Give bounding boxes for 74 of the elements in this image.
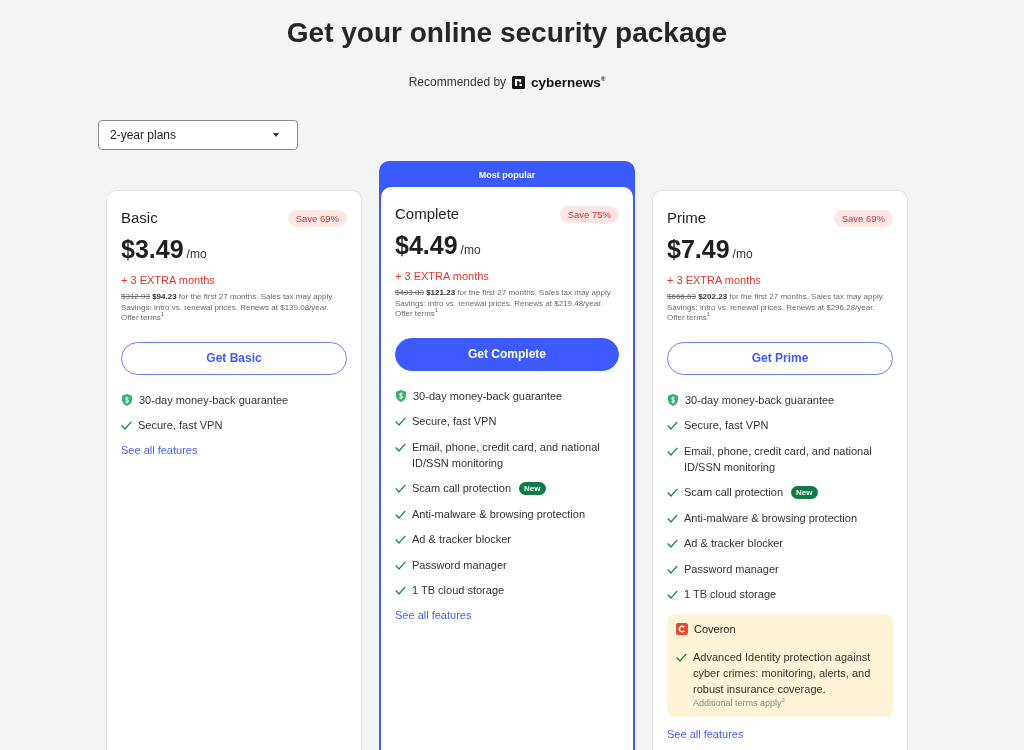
bonus-months: + 3 EXTRA months (395, 269, 490, 283)
plan-dropdown[interactable]: 2-year plans (98, 120, 298, 150)
feature-text: Email, phone, credit card, and national ID/SSN monitoring (412, 439, 601, 471)
check-icon (395, 417, 406, 426)
see-features-link[interactable]: See all features (667, 727, 744, 741)
save-badge: Save 69% (833, 209, 893, 227)
get-plan-button[interactable]: Get Prime (667, 341, 893, 375)
plan-name: Complete (395, 205, 460, 223)
feature-text: Secure, fast VPN (412, 414, 497, 429)
feature-text: Secure, fast VPN (684, 418, 769, 433)
feature-text: Scam call protection (412, 481, 512, 496)
price-note: $493.83 $121.23 for the first 27 months. Sales tax may apply. Savings: intro vs. renewal prices. Renews at $219.48/year. Offer terms$^{1}$ (395, 288, 614, 320)
new-badge: New (519, 481, 546, 495)
check-icon (667, 421, 678, 430)
check-icon (667, 488, 678, 497)
plan-name: Prime (667, 209, 707, 227)
feature-text: Password manager (412, 557, 507, 573)
price-note: $666.63 $202.23 for the first 27 months. Sales tax may apply. Savings: intro vs. renewal prices. Renews at $296.28/year. Offer terms$^{1}$ (667, 292, 886, 324)
save-badge: Save 75% (559, 205, 619, 223)
plan-price: $3.49 (121, 235, 184, 263)
recommended-label: Recommended by (408, 75, 507, 89)
feature-text: Anti-malware & browsing protection (684, 510, 858, 526)
plan-price: $7.49 (667, 235, 730, 263)
price-unit: /mo (732, 247, 753, 261)
check-icon (676, 653, 687, 662)
save-badge: Save 69% (287, 209, 347, 227)
feature-text: Ad & tracker blocker (412, 532, 512, 547)
feature-text: Email, phone, credit card, and national ID/SSN monitoring (684, 443, 873, 475)
caret-icon (273, 133, 279, 137)
bonus-months: + 3 EXTRA months (667, 273, 762, 287)
check-icon (395, 442, 406, 452)
get-plan-button[interactable]: Get Complete (395, 337, 619, 371)
addon-logo-icon (676, 623, 688, 635)
check-icon (395, 535, 406, 544)
plan-price: $4.49 (395, 231, 458, 259)
terms-note: Additional terms apply$^{2}$ (693, 697, 786, 709)
brand-name: cybernews$^{®}$ (531, 74, 606, 90)
check-icon (667, 446, 678, 456)
see-features-link[interactable]: See all features (395, 608, 472, 622)
new-badge: New (791, 485, 818, 499)
addon-name: Coveron (694, 623, 736, 635)
check-icon (121, 421, 132, 430)
check-icon (667, 564, 678, 574)
check-icon (395, 509, 406, 519)
bonus-months: + 3 EXTRA months (121, 273, 216, 287)
feature-text: Scam call protection (684, 485, 784, 500)
feature-text: Secure, fast VPN (138, 418, 223, 433)
feature-text: Anti-malware & browsing protection (412, 506, 586, 522)
shield-icon (122, 393, 132, 406)
feature-text: 30-day money-back guarantee (685, 392, 835, 408)
check-icon (667, 590, 678, 599)
plan-name: Basic (121, 209, 158, 227)
check-icon (667, 539, 678, 548)
check-icon (395, 586, 406, 595)
feature-text: 1 TB cloud storage (684, 587, 777, 602)
feature-text: Advanced Identity protection against cyber crimes: monitoring, alerts, and robust insurance coverage. (693, 650, 872, 697)
check-icon (667, 513, 678, 523)
see-features-link[interactable]: See all features (121, 443, 198, 457)
price-unit: /mo (460, 243, 481, 257)
feature-text: Ad & tracker blocker (684, 536, 784, 551)
page-title: Get your online security package (286, 16, 728, 50)
shield-icon (668, 393, 678, 406)
shield-icon (396, 389, 406, 402)
price-unit: /mo (186, 247, 207, 261)
feature-text: 1 TB cloud storage (412, 583, 505, 598)
feature-text: 30-day money-back guarantee (413, 388, 563, 404)
check-icon (395, 560, 406, 570)
popular-label: Most popular (478, 169, 536, 181)
feature-text: 30-day money-back guarantee (139, 392, 289, 408)
feature-text: Password manager (684, 561, 779, 577)
logo-icon (512, 75, 526, 89)
price-note: $312.93 $94.23 for the first 27 months. Sales tax may apply. Savings: intro vs. renewal prices. Renews at $139.08/year. Offer terms$^{1}$ (121, 292, 335, 324)
get-plan-button[interactable]: Get Basic (121, 341, 347, 375)
check-icon (395, 484, 406, 493)
